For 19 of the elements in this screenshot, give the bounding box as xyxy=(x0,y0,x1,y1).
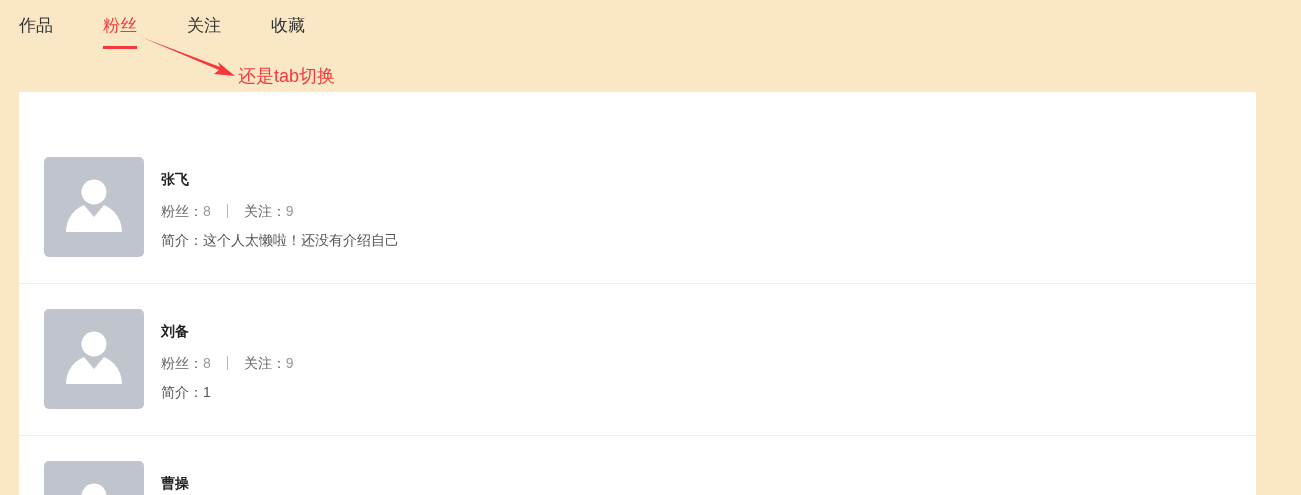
stat-label: 粉丝： xyxy=(161,354,203,373)
annotation-text: 还是tab切换 xyxy=(238,65,336,88)
stat-value: 8 xyxy=(203,202,211,221)
tab[interactable]: 关注 xyxy=(187,0,221,49)
tab[interactable]: 收藏 xyxy=(271,0,305,49)
user-name: 张飞 xyxy=(161,170,190,189)
user-name: 刘备 xyxy=(161,322,190,341)
avatar-icon xyxy=(44,309,144,409)
tab[interactable]: 作品 xyxy=(19,0,53,49)
user-bio: 简介：1 xyxy=(161,383,212,401)
stat-value: 9 xyxy=(285,354,294,373)
stat-value: 8 xyxy=(203,354,211,373)
user-name: 曹操 xyxy=(161,474,189,493)
avatar-icon xyxy=(44,157,144,257)
stat-value: 9 xyxy=(285,202,294,221)
stat-label: 关注： xyxy=(243,202,286,221)
stat-label: 粉丝： xyxy=(161,202,203,221)
user-bio: 简介：这个人太懒啦！还没有介绍自己 xyxy=(161,231,399,249)
stat-label: 关注： xyxy=(243,354,286,373)
